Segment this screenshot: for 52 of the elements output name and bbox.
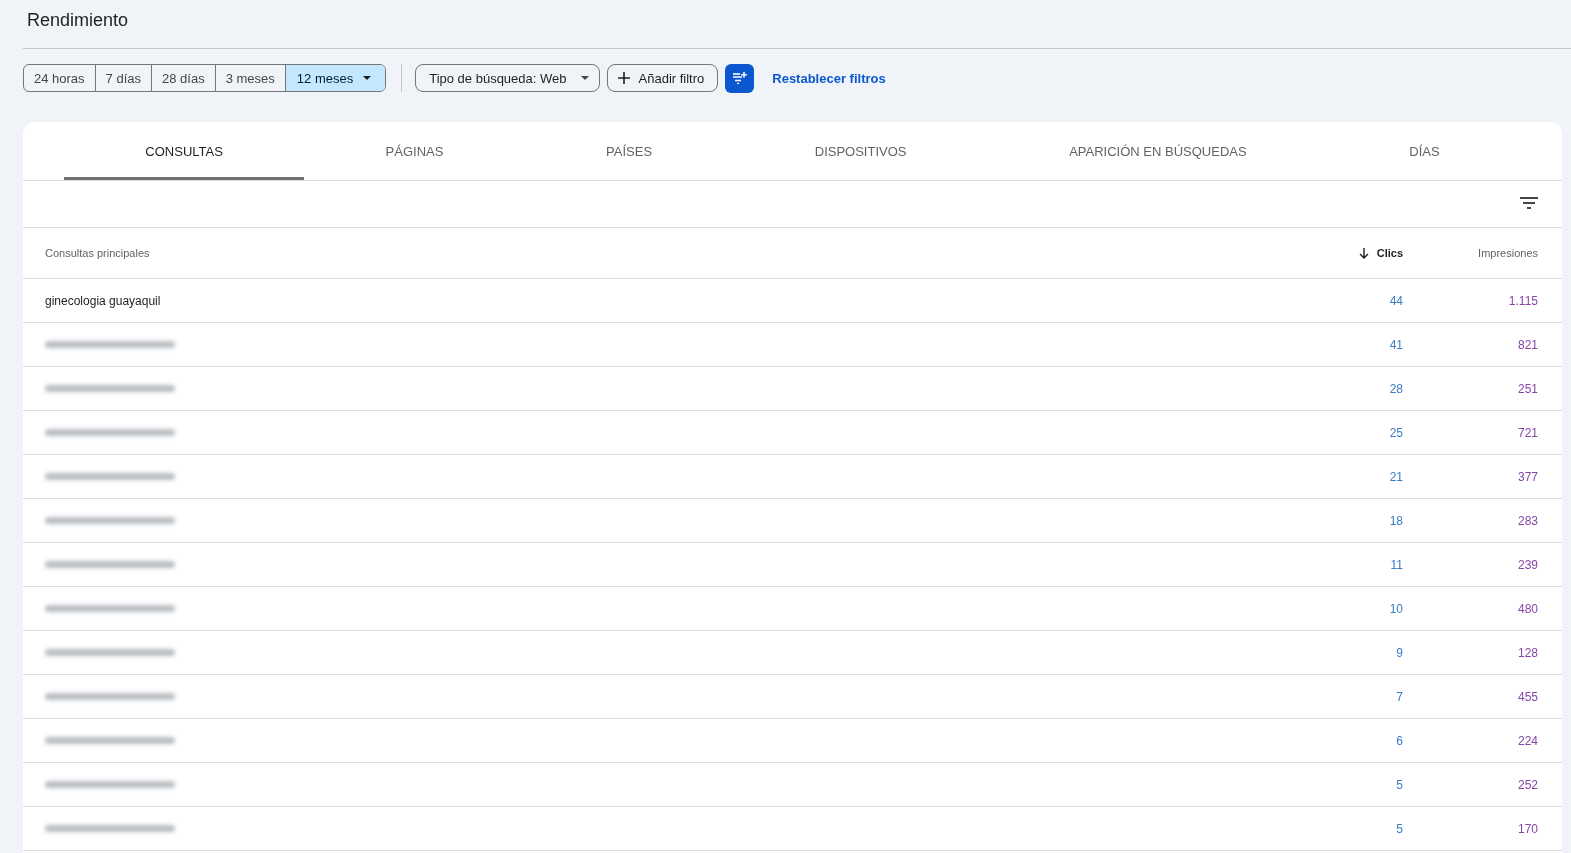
filter-icon[interactable] <box>1520 197 1538 209</box>
tab[interactable]: DISPOSITIVOS <box>733 122 988 180</box>
date-range-option[interactable]: 3 meses <box>214 65 285 91</box>
impressions-value: 170 <box>1517 821 1538 836</box>
date-range-option[interactable]: 7 días <box>94 65 151 91</box>
impressions-value: 721 <box>1517 425 1538 440</box>
impressions-value: 239 <box>1517 557 1538 572</box>
page-title: Rendimiento <box>27 9 129 31</box>
caret-icon <box>580 76 589 80</box>
impressions-value: 455 <box>1517 689 1538 704</box>
plus-icon <box>617 72 630 84</box>
tab[interactable]: DÍAS <box>1328 122 1522 180</box>
clicks-value: 11 <box>1390 557 1403 572</box>
clicks-value: 28 <box>1389 381 1403 396</box>
date-range-option[interactable]: 24 horas <box>24 65 95 91</box>
tab[interactable]: PÁGINAS <box>304 122 525 180</box>
column-header[interactable]: Consultas principales <box>45 247 150 259</box>
impressions-value: 1.115 <box>1508 293 1538 308</box>
clicks-value: 6 <box>1396 733 1403 748</box>
tab[interactable]: PAÍSES <box>524 122 734 180</box>
clicks-value: 41 <box>1389 337 1403 352</box>
impressions-value: 252 <box>1517 777 1538 792</box>
clicks-value: 5 <box>1396 777 1403 792</box>
arrow-down-icon <box>1358 247 1369 259</box>
column-header[interactable]: Impresiones <box>1478 247 1538 259</box>
impressions-value: 377 <box>1517 469 1538 484</box>
clicks-value: 5 <box>1396 821 1403 836</box>
query-text: ginecologia guayaquil <box>45 293 161 308</box>
filter-icon <box>732 72 747 84</box>
clicks-value: 21 <box>1389 469 1403 484</box>
date-range-option[interactable]: 12 meses <box>284 65 386 91</box>
impressions-value: 224 <box>1517 733 1538 748</box>
column-header[interactable]: Clics <box>1376 247 1403 259</box>
filter-button[interactable] <box>725 63 755 93</box>
clicks-value: 10 <box>1389 601 1403 616</box>
clicks-value: 9 <box>1396 645 1403 660</box>
search-type-dropdown[interactable]: Tipo de búsqueda: Web <box>415 64 600 92</box>
add-filter-button[interactable]: Añadir filtro <box>606 64 719 92</box>
impressions-value: 128 <box>1517 645 1538 660</box>
clicks-value: 44 <box>1389 293 1403 308</box>
impressions-value: 283 <box>1517 513 1538 528</box>
clicks-value: 7 <box>1396 689 1403 704</box>
tab[interactable]: APARICIÓN EN BÚSQUEDAS <box>987 122 1328 180</box>
clicks-value: 25 <box>1389 425 1403 440</box>
caret-icon <box>363 76 372 80</box>
date-range-option[interactable]: 28 días <box>151 65 215 91</box>
impressions-value: 480 <box>1517 601 1538 616</box>
impressions-value: 821 <box>1517 337 1538 352</box>
reset-filters-link[interactable]: Restablecer filtros <box>772 70 886 86</box>
tab[interactable]: CONSULTAS <box>64 122 305 180</box>
impressions-value: 251 <box>1517 381 1538 396</box>
clicks-value: 18 <box>1389 513 1403 528</box>
